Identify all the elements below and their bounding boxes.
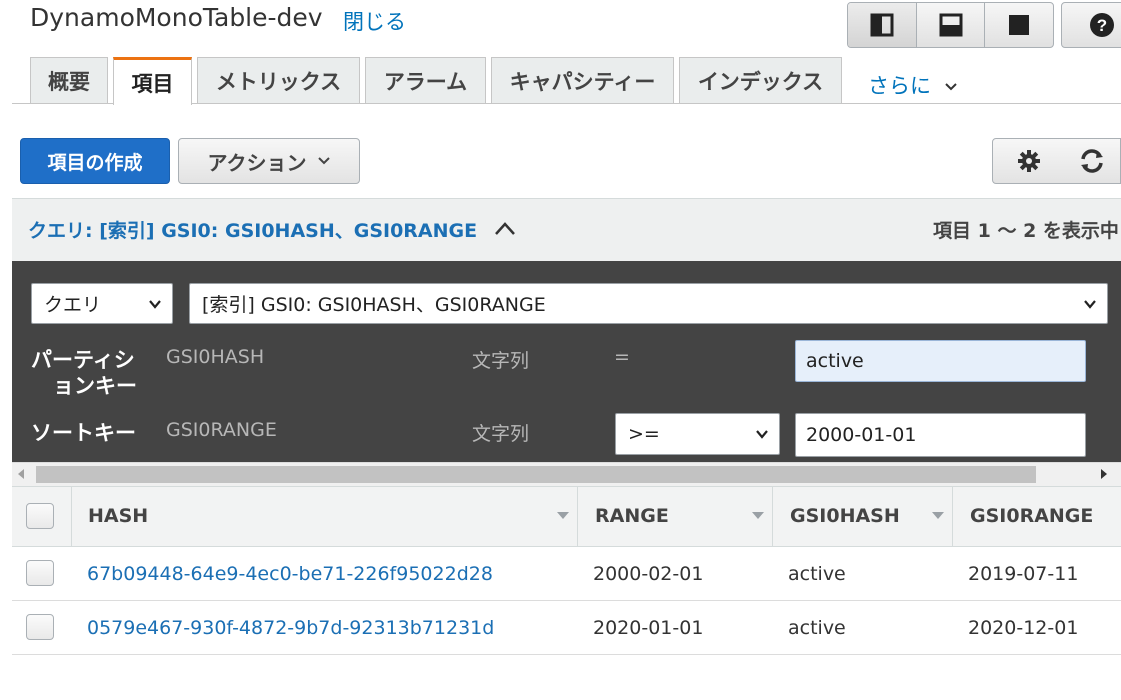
sort-key-value: 2000-01-01 bbox=[806, 424, 917, 446]
select-all-checkbox[interactable] bbox=[26, 503, 54, 529]
column-divider bbox=[71, 486, 72, 547]
row-hash-link[interactable]: 0579e467-930f-4872-9b7d-92313b71231d bbox=[87, 617, 494, 639]
table-name: DynamoMonoTable-dev bbox=[30, 3, 323, 32]
row-divider bbox=[12, 600, 1121, 601]
query-summary-title[interactable]: クエリ: [索引] GSI0: GSI0HASH、GSI0RANGE bbox=[28, 216, 477, 243]
scroll-right-icon[interactable] bbox=[1099, 468, 1109, 480]
row-gsi0hash: active bbox=[788, 617, 846, 639]
tab-alarms[interactable]: アラーム bbox=[365, 57, 486, 103]
query-mode-value: クエリ bbox=[44, 294, 102, 316]
row-divider bbox=[12, 654, 1121, 655]
tab-indexes[interactable]: インデックス bbox=[679, 57, 842, 103]
actions-dropdown-button[interactable]: アクション bbox=[178, 138, 360, 184]
partition-key-type: 文字列 bbox=[472, 350, 530, 372]
partition-key-value: active bbox=[806, 350, 864, 372]
sort-caret-icon[interactable] bbox=[752, 512, 764, 519]
row-range: 2000-02-01 bbox=[593, 563, 704, 585]
partition-key-value-input[interactable]: active bbox=[795, 340, 1086, 382]
index-select[interactable]: [索引] GSI0: GSI0HASH、GSI0RANGE bbox=[189, 283, 1108, 324]
tab-items[interactable]: 項目 bbox=[113, 57, 192, 105]
refresh-button[interactable] bbox=[1064, 138, 1121, 184]
chevron-down-icon bbox=[149, 299, 161, 309]
column-divider[interactable] bbox=[952, 486, 953, 547]
svg-text:?: ? bbox=[1097, 16, 1107, 35]
actions-label: アクション bbox=[207, 150, 307, 175]
row-checkbox[interactable] bbox=[26, 560, 54, 586]
row-hash-link[interactable]: 67b09448-64e9-4ec0-be71-226f95022d28 bbox=[87, 563, 493, 585]
chevron-down-icon bbox=[756, 430, 768, 439]
split-horizontal-icon bbox=[939, 13, 962, 37]
column-divider[interactable] bbox=[772, 486, 773, 547]
sort-key-label: ソートキー bbox=[31, 421, 136, 445]
row-gsi0range: 2020-12-01 bbox=[968, 617, 1079, 639]
refresh-icon bbox=[1081, 149, 1103, 173]
full-view-button[interactable] bbox=[984, 3, 1053, 47]
index-value: [索引] GSI0: GSI0HASH、GSI0RANGE bbox=[202, 294, 546, 316]
sort-key-name: GSI0RANGE bbox=[166, 419, 277, 441]
column-header-range[interactable]: RANGE bbox=[595, 505, 669, 527]
horizontal-scroll-thumb[interactable] bbox=[36, 466, 1036, 483]
column-divider[interactable] bbox=[577, 486, 578, 547]
more-tabs-label: さらに bbox=[868, 74, 931, 98]
tab-overview[interactable]: 概要 bbox=[30, 57, 108, 103]
column-header-gsi0range[interactable]: GSI0RANGE bbox=[970, 505, 1093, 527]
partition-operator: = bbox=[614, 346, 630, 368]
sort-caret-icon[interactable] bbox=[557, 512, 569, 519]
split-horizontal-view-button[interactable] bbox=[915, 3, 985, 47]
query-mode-select[interactable]: クエリ bbox=[31, 283, 173, 324]
row-checkbox[interactable] bbox=[26, 614, 54, 640]
help-icon: ? bbox=[1090, 13, 1114, 37]
close-link[interactable]: 閉じる bbox=[343, 6, 406, 36]
more-tabs-dropdown[interactable]: さらに bbox=[868, 70, 958, 100]
chevron-up-icon[interactable] bbox=[494, 220, 516, 236]
sort-caret-icon[interactable] bbox=[932, 512, 944, 519]
split-vertical-icon bbox=[870, 13, 894, 37]
row-range: 2020-01-01 bbox=[593, 617, 704, 639]
view-mode-group bbox=[847, 2, 1054, 48]
partition-key-label-line2: ョンキー bbox=[53, 374, 137, 398]
tab-metrics[interactable]: メトリックス bbox=[197, 57, 360, 103]
gear-icon bbox=[1017, 150, 1040, 172]
settings-button[interactable] bbox=[992, 138, 1065, 184]
row-gsi0range: 2019-07-11 bbox=[968, 563, 1079, 585]
column-header-gsi0hash[interactable]: GSI0HASH bbox=[790, 505, 900, 527]
chevron-down-icon bbox=[317, 157, 330, 165]
column-header-hash[interactable]: HASH bbox=[88, 505, 148, 527]
tab-capacity[interactable]: キャパシティー bbox=[491, 57, 674, 103]
help-button[interactable]: ? bbox=[1061, 2, 1121, 48]
chevron-down-icon bbox=[1084, 299, 1096, 309]
partition-key-name: GSI0HASH bbox=[166, 346, 265, 368]
create-item-button[interactable]: 項目の作成 bbox=[20, 138, 170, 184]
full-view-icon bbox=[1009, 15, 1030, 35]
sort-key-type: 文字列 bbox=[472, 423, 530, 445]
split-vertical-view-button[interactable] bbox=[848, 3, 916, 47]
sort-key-value-input[interactable]: 2000-01-01 bbox=[795, 413, 1086, 457]
item-count-label: 項目 1 〜 2 を表示中 bbox=[933, 220, 1119, 242]
chevron-down-icon bbox=[944, 83, 957, 91]
row-gsi0hash: active bbox=[788, 563, 846, 585]
sort-operator-value: >= bbox=[628, 423, 660, 445]
scroll-left-icon[interactable] bbox=[16, 468, 26, 480]
sort-operator-select[interactable]: >= bbox=[615, 413, 780, 455]
